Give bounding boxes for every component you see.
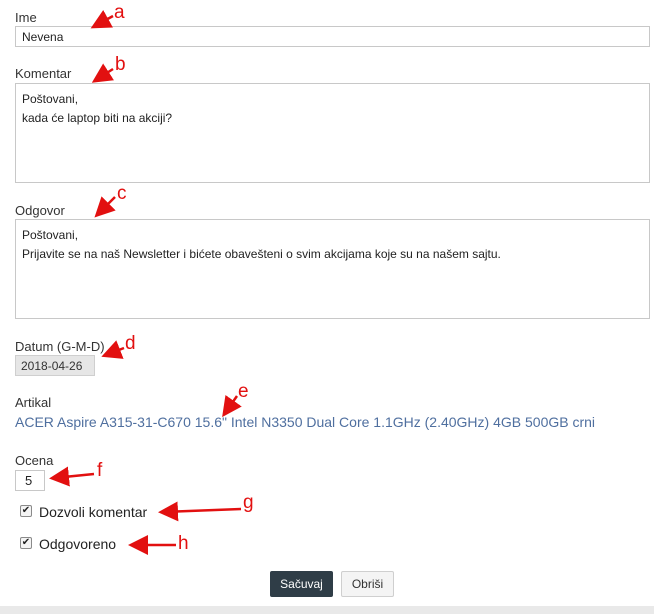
arrow-b [91,63,115,83]
annotation-b: b [115,54,126,75]
arrow-f [49,466,95,487]
arrow-a [90,9,114,29]
annotation-arrows [49,9,242,555]
annotation-d: d [125,333,136,354]
annotation-h: h [178,533,189,554]
annotation-e: e [238,381,249,402]
arrow-c [94,196,116,218]
annotation-c: c [117,183,127,204]
annotation-f: f [97,460,103,481]
arrow-g [158,501,242,522]
arrow-e [222,394,242,418]
arrow-d [101,340,125,359]
annotation-a: a [114,2,125,23]
annotation-g: g [243,492,254,513]
